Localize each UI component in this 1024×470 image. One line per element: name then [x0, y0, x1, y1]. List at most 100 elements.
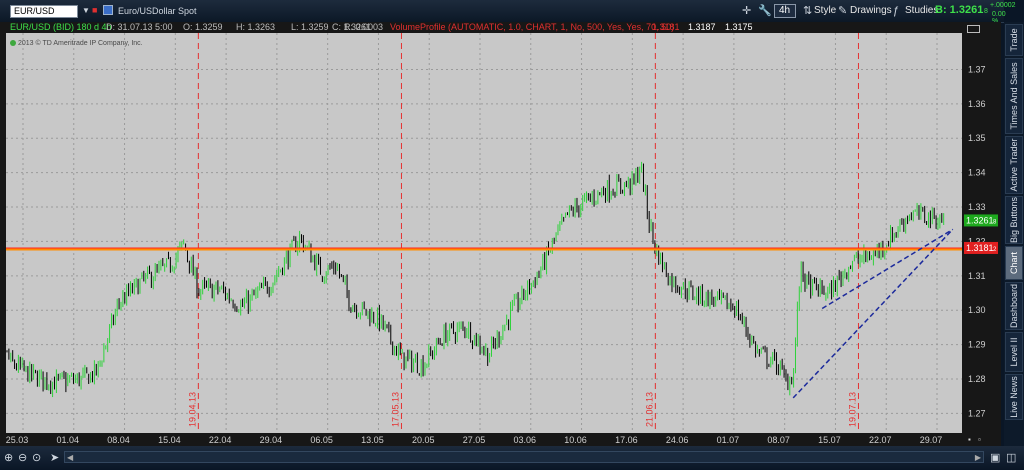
pencil-icon[interactable]: ✎: [838, 5, 847, 17]
studies-icon[interactable]: ƒ: [893, 5, 899, 17]
bid-price-sub: 8: [984, 8, 988, 15]
pointer-icon[interactable]: ➤: [50, 452, 59, 464]
info-high: H: 1.3263: [236, 22, 276, 32]
chart-label: EUR/USD (BID) 180 d 4h: [10, 22, 112, 32]
time-tick-label: 15.04: [158, 435, 181, 445]
copyright-text: 2013 © TD Ameritrade IP Company, Inc.: [10, 40, 143, 47]
axis-corner: ▪ ▫: [962, 433, 1001, 446]
price-axis-labels: 1.271.281.291.301.311.321.331.341.351.36…: [964, 64, 998, 418]
price-tick-label: 1.28: [968, 374, 986, 384]
side-tab-big-buttons[interactable]: Big Buttons: [1005, 196, 1023, 244]
time-tick-label: 29.04: [260, 435, 283, 445]
price-tick-label: 1.27: [968, 408, 986, 418]
price-tick-label: 1.29: [968, 340, 986, 350]
time-tick-label: 29.07: [920, 435, 943, 445]
time-tick-label: 25.03: [6, 435, 29, 445]
bid-price: B: 1.3261: [935, 4, 984, 16]
candles: [6, 161, 945, 398]
date-marker-label: 19.07.13: [847, 392, 857, 427]
side-tab-trade[interactable]: Trade: [1005, 24, 1023, 56]
horizontal-scrollbar[interactable]: ◀ ▶: [64, 451, 984, 463]
side-tab-active-trader[interactable]: Active Trader: [1005, 136, 1023, 194]
date-marker-label: 19.04.13: [187, 392, 197, 427]
time-tick-label: 06.05: [310, 435, 333, 445]
settings-icon[interactable]: ▫: [978, 435, 981, 444]
symbol-field[interactable]: EUR/USD: [10, 5, 78, 18]
grid: [6, 33, 962, 433]
time-tick-label: 24.06: [666, 435, 689, 445]
info-range: R: 0.0003: [344, 22, 384, 32]
side-tab-level-ii[interactable]: Level II: [1005, 332, 1023, 372]
price-axis[interactable]: 1.27 1.28 1.29 1.30 1.31 1.32 1.33 1.34 1.35 1.36…: [962, 22, 1001, 433]
vp-value-2: 1.3187: [688, 22, 716, 32]
drawings-button[interactable]: Drawings: [850, 3, 892, 18]
flag-icon: [103, 5, 113, 15]
price-tick-label: 1.31: [968, 271, 986, 281]
chart-info-bar: EUR/USD (BID) 180 d 4h D: 31.07.13 5:00 …: [0, 22, 962, 33]
vp-value-3: 1.3175: [725, 22, 753, 32]
info-low: L: 1.3259: [291, 22, 329, 32]
time-tick-label: 22.04: [209, 435, 232, 445]
side-tab-times-and-sales[interactable]: Times And Sales: [1005, 58, 1023, 134]
timeframe-label: 4h: [779, 5, 791, 16]
symbol-description: Euro/USDollar Spot: [118, 6, 197, 16]
zoom-out-icon[interactable]: ⊖: [18, 452, 27, 464]
side-tab-label: Trade: [1009, 28, 1019, 52]
time-tick-label: 13.05: [361, 435, 384, 445]
side-tab-label: Live News: [1009, 376, 1019, 418]
info-date: D: 31.07.13 5:00: [106, 22, 173, 32]
price-tick-label: 1.33: [968, 202, 986, 212]
side-tab-chart[interactable]: Chart: [1005, 246, 1023, 280]
zoom-fit-icon[interactable]: ⊙: [32, 452, 41, 464]
style-button[interactable]: Style: [814, 3, 836, 18]
scroll-right-icon[interactable]: ▶: [975, 453, 981, 462]
info-open: O: 1.3259: [183, 22, 223, 32]
maximize-icon[interactable]: ▣: [990, 452, 1000, 464]
vp-value-1: 1.3181: [652, 22, 680, 32]
side-tab-bar: Trade Times And Sales Active Trader Big But…: [1004, 22, 1024, 446]
symbol-field-value: EUR/USD: [14, 6, 55, 16]
price-tick-label: 1.36: [968, 99, 986, 109]
date-markers: 19.04.13 17.05.13 21.06.13 19.07.13: [187, 33, 859, 433]
chart-plot-area[interactable]: 19.04.13 17.05.13 21.06.13 19.07.13 2013 © …: [6, 33, 962, 433]
bottom-toolbar: ⊕ ⊖ ⊙ ➤ ◀ ▶ ▣ ◫: [0, 446, 1024, 470]
time-axis-labels: 25.03 01.04 08.04 15.04 22.04 29.04 06.05 13.05…: [6, 435, 943, 445]
time-tick-label: 20.05: [412, 435, 435, 445]
time-axis[interactable]: 25.03 01.04 08.04 15.04 22.04 29.04 06.05 13.05…: [0, 433, 962, 446]
volume-profile-label: VolumeProfile (AUTOMATIC, 1.0, CHART, 1,…: [390, 22, 675, 32]
studies-button[interactable]: Studies: [905, 3, 938, 18]
side-tab-label: Times And Sales: [1009, 62, 1019, 130]
zoom-icon[interactable]: ▪: [968, 435, 971, 444]
side-tab-label: Active Trader: [1009, 138, 1019, 192]
dropdown-icon[interactable]: ▼: [82, 5, 90, 17]
wrench-icon[interactable]: 🔧: [758, 5, 772, 17]
horizontal-line-layer: [6, 247, 962, 251]
price-tick-label: 1.30: [968, 305, 986, 315]
restore-icon[interactable]: ◫: [1006, 452, 1016, 464]
scroll-left-icon[interactable]: ◀: [67, 453, 73, 462]
copyright-icon: [10, 40, 16, 47]
time-tick-label: 01.04: [57, 435, 80, 445]
side-tab-dashboard[interactable]: Dashboard: [1005, 282, 1023, 330]
time-tick-label: 22.07: [869, 435, 892, 445]
price-chart[interactable]: 19.04.13 17.05.13 21.06.13 19.07.13: [6, 33, 962, 433]
price-badge-label: 1.3261: [966, 215, 994, 225]
side-tab-label: Dashboard: [1009, 283, 1019, 329]
style-icon[interactable]: ⇅: [803, 5, 812, 17]
change-value: +.00002: [990, 2, 1016, 9]
price-tick-label: 1.34: [968, 168, 986, 178]
crosshair-icon[interactable]: ✛: [742, 5, 751, 17]
time-tick-label: 17.06: [615, 435, 638, 445]
time-tick-label: 01.07: [717, 435, 740, 445]
time-tick-label: 27.05: [463, 435, 486, 445]
link-icon[interactable]: ■: [92, 4, 97, 16]
zoom-in-icon[interactable]: ⊕: [4, 452, 13, 464]
time-tick-label: 15.07: [818, 435, 841, 445]
top-toolbar: EUR/USD ▼ ■ Euro/USDollar Spot ✛ 🔧 4h ⇅ …: [0, 0, 1016, 25]
time-tick-label: 08.04: [107, 435, 130, 445]
price-badge-label: 1.3181: [966, 243, 994, 253]
timeframe-button[interactable]: 4h: [774, 4, 796, 18]
side-tab-label: Big Buttons: [1009, 196, 1019, 244]
price-tick-label: 1.37: [968, 64, 986, 74]
side-tab-live-news[interactable]: Live News: [1005, 374, 1023, 420]
